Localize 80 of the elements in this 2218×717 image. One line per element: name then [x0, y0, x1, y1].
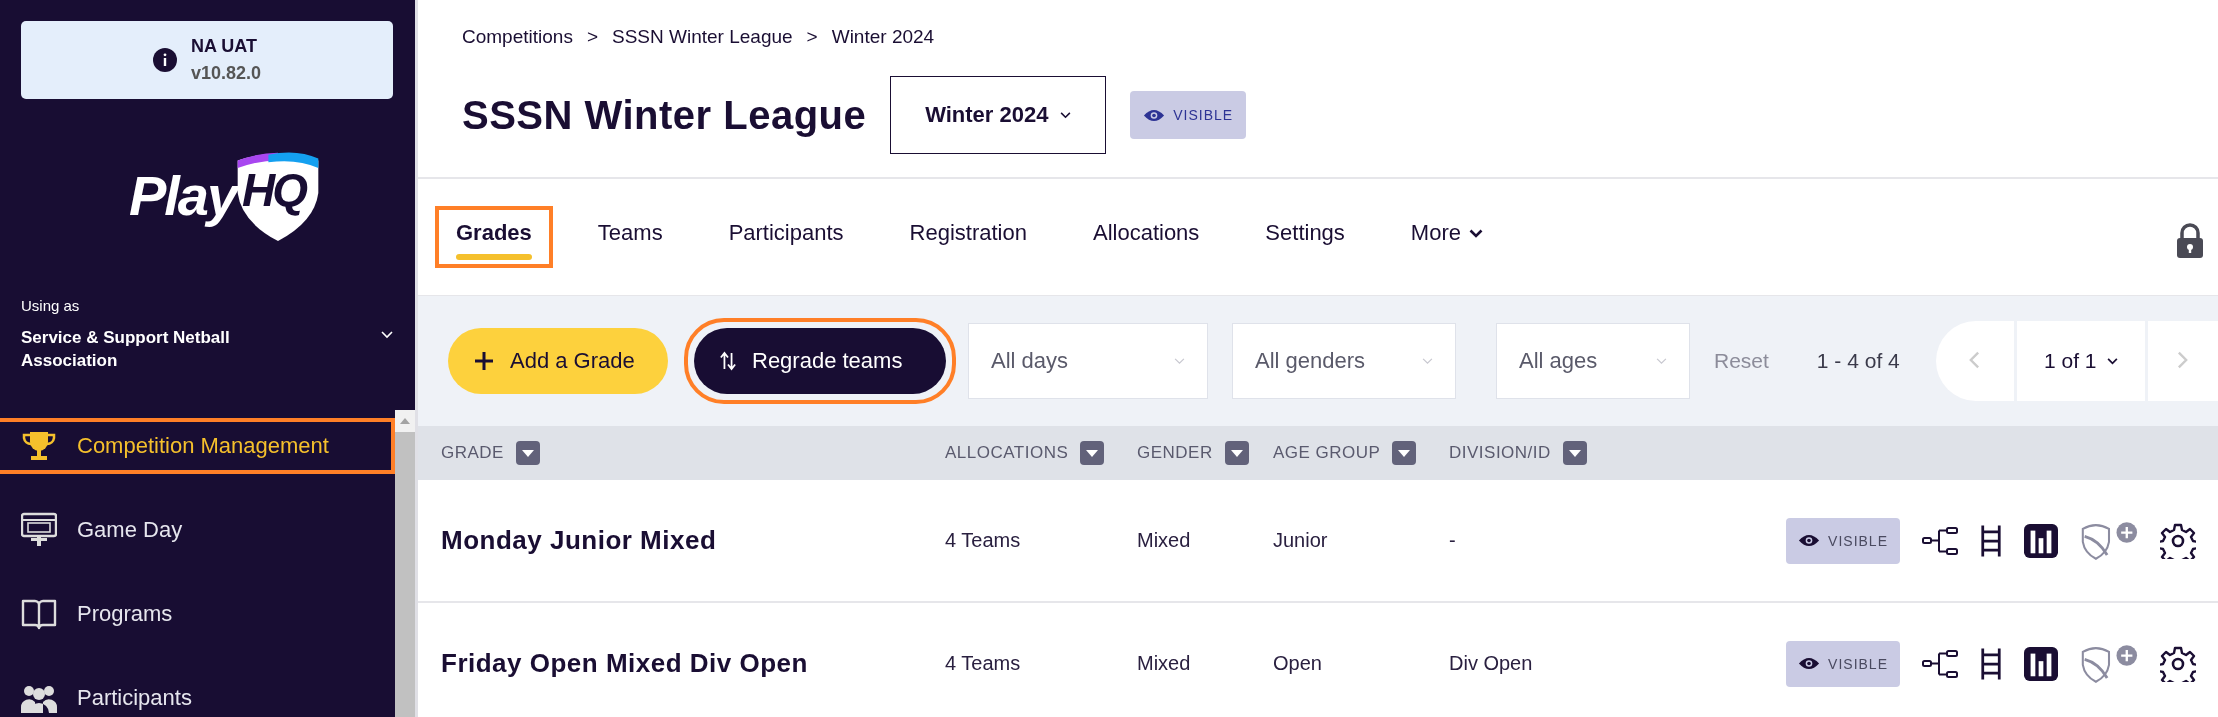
people-icon: [21, 683, 57, 713]
sort-dropdown-icon[interactable]: [1224, 441, 1249, 465]
tab[interactable]: More: [1389, 206, 1504, 268]
sort-dropdown-icon[interactable]: [1562, 441, 1587, 465]
breadcrumb-link[interactable]: Winter 2024: [831, 26, 935, 48]
tab[interactable]: Allocations: [1071, 206, 1221, 268]
chevron-down-icon: [2106, 357, 2118, 365]
visibility-badge[interactable]: VISIBLE: [1786, 517, 1900, 564]
tab[interactable]: Grades: [435, 206, 553, 268]
breadcrumb-link[interactable]: Competitions: [462, 26, 573, 48]
table-cell-text: Mixed: [1137, 529, 1192, 552]
book-icon: [21, 598, 57, 630]
table-cell-text: 4 Teams: [945, 529, 1022, 552]
lock-icon[interactable]: [2176, 223, 2204, 259]
add-grade-button[interactable]: Add a Grade: [448, 328, 668, 394]
column-header: DIVISION/ID: [1449, 443, 1551, 463]
table-cell-text: 4 Teams: [945, 652, 1022, 675]
tab[interactable]: Registration: [888, 206, 1048, 268]
page-title: SSSN Winter League: [462, 92, 867, 138]
page-dropdown[interactable]: 1 of 1: [2016, 321, 2145, 401]
result-count: 1 - 4 of 4: [1816, 349, 1900, 373]
chevron-down-icon: [1422, 357, 1433, 365]
column-header: ALLOCATIONS: [945, 443, 1069, 463]
shield-plus-icon[interactable]: [2080, 520, 2138, 561]
settings-icon[interactable]: [2160, 645, 2196, 682]
bar-chart-icon[interactable]: [2024, 523, 2058, 558]
filter-dropdown[interactable]: All days: [968, 323, 1208, 399]
ladder-icon[interactable]: [1980, 522, 2002, 559]
column-header: GENDER: [1137, 443, 1213, 463]
bracket-icon[interactable]: [1922, 648, 1958, 679]
filter-dropdown[interactable]: All ages: [1496, 323, 1690, 399]
account-label: Using as: [21, 297, 81, 314]
filter-dropdown[interactable]: All genders: [1232, 323, 1456, 399]
tab[interactable]: Settings: [1244, 206, 1366, 268]
visibility-badge[interactable]: VISIBLE: [1786, 640, 1900, 687]
breadcrumb-separator: >: [806, 26, 818, 48]
environment-name: NA UAT: [190, 36, 258, 57]
organisation-name: Service & Support Netball Association: [21, 327, 231, 372]
table-cell-text: Junior: [1273, 529, 1329, 552]
nav-item[interactable]: Competition Management: [0, 418, 395, 474]
column-header: GRADE: [441, 443, 504, 463]
sort-dropdown-icon[interactable]: [515, 441, 540, 465]
info-icon: [152, 48, 177, 72]
visibility-badge[interactable]: VISIBLE: [1130, 91, 1247, 139]
trophy-icon: [21, 430, 57, 462]
scoreboard-icon: [21, 512, 57, 548]
tab[interactable]: Teams: [576, 206, 684, 268]
chevron-right-icon: [2177, 349, 2189, 370]
breadcrumb-link[interactable]: SSSN Winter League: [612, 26, 793, 48]
plus-icon: [474, 351, 494, 371]
bracket-icon[interactable]: [1922, 525, 1958, 556]
sort-dropdown-icon[interactable]: [1080, 441, 1105, 465]
table-cell-text: Div Open: [1449, 652, 1534, 675]
chevron-down-icon[interactable]: [381, 330, 393, 339]
chevron-down-icon: [1656, 357, 1667, 365]
season-dropdown[interactable]: Winter 2024: [890, 76, 1107, 154]
settings-icon[interactable]: [2160, 522, 2196, 559]
ladder-icon[interactable]: [1980, 645, 2002, 682]
shield-plus-icon[interactable]: [2080, 643, 2138, 684]
table-cell-text: -: [1449, 529, 1457, 552]
tab[interactable]: Participants: [707, 206, 865, 268]
chevron-down-icon: [1060, 111, 1072, 119]
nav-item[interactable]: Participants: [0, 670, 395, 717]
regrade-teams-button[interactable]: Regrade teams: [694, 328, 946, 394]
scrollbar[interactable]: [395, 410, 415, 717]
chevron-left-icon: [1969, 349, 1981, 370]
chevron-down-icon: [1469, 228, 1483, 238]
table-cell-text: Mixed: [1137, 652, 1192, 675]
bar-chart-icon[interactable]: [2024, 646, 2058, 681]
grade-name[interactable]: Monday Junior Mixed: [441, 525, 945, 556]
grade-name[interactable]: Friday Open Mixed Div Open: [441, 648, 945, 679]
nav-item[interactable]: Programs: [0, 586, 395, 642]
table-cell-text: Open: [1273, 652, 1323, 675]
chevron-down-icon: [1174, 357, 1185, 365]
up-down-arrows-icon: [720, 351, 736, 371]
nav-item[interactable]: Game Day: [0, 502, 395, 558]
version-label: v10.82.0: [190, 63, 262, 84]
sort-dropdown-icon[interactable]: [1392, 441, 1417, 465]
column-header: AGE GROUP: [1273, 443, 1381, 463]
breadcrumb-separator: >: [586, 26, 598, 48]
